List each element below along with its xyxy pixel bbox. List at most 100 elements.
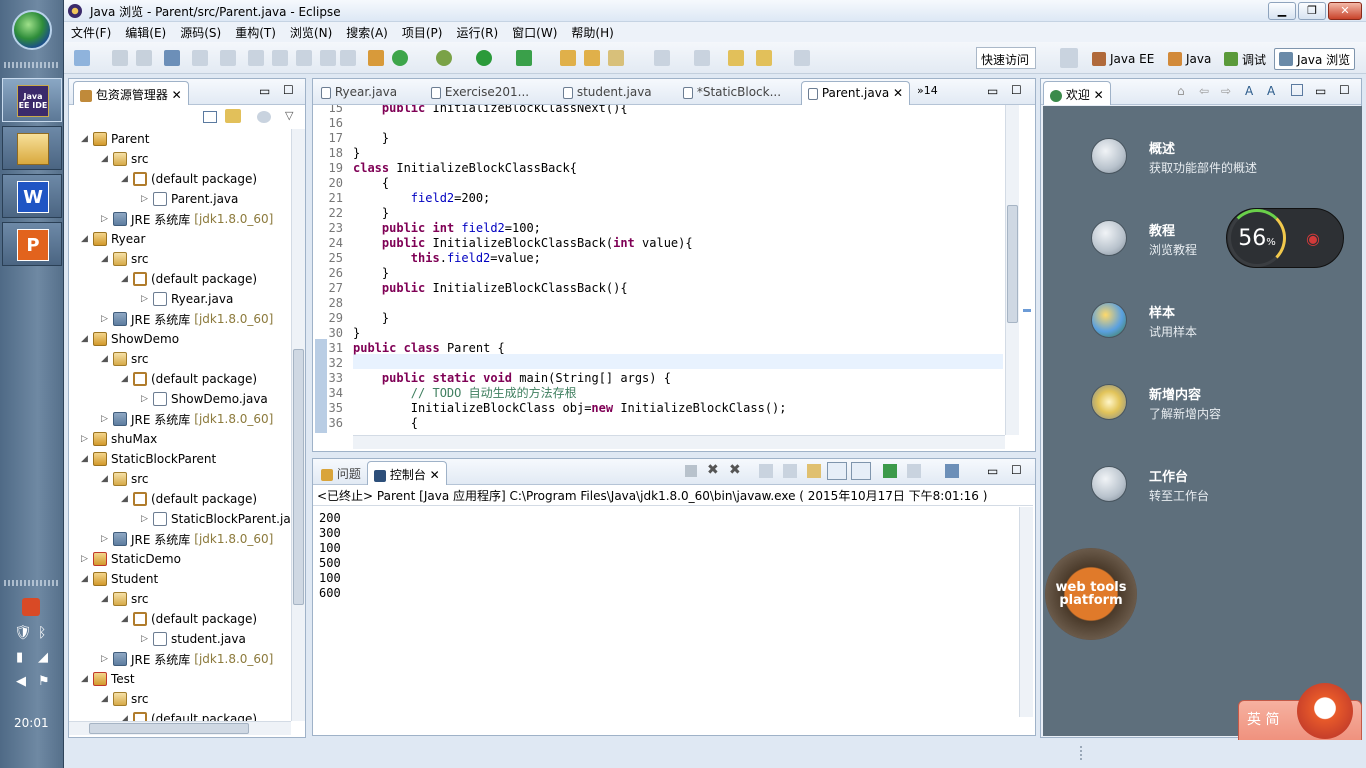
close-icon[interactable]: ✕: [430, 468, 440, 482]
tree-item[interactable]: ◢ (default package): [121, 709, 257, 721]
console-vertical-scrollbar[interactable]: [1019, 507, 1033, 717]
tree-item[interactable]: ▷ student.java: [141, 629, 246, 649]
save-icon[interactable]: [112, 50, 128, 66]
new-package-icon[interactable]: [368, 50, 384, 66]
expand-toggle-icon[interactable]: ◢: [121, 274, 129, 284]
shield-icon[interactable]: 🛡: [14, 625, 32, 641]
maximize-button[interactable]: ❐: [1298, 2, 1326, 20]
expand-toggle-icon[interactable]: ◢: [81, 674, 89, 684]
tree-item[interactable]: ▷ shuMax: [81, 429, 157, 449]
expand-toggle-icon[interactable]: ▷: [81, 434, 89, 444]
back-icon[interactable]: ⇦: [1199, 84, 1209, 98]
flag-icon[interactable]: ⚑: [38, 674, 50, 689]
display-console-icon[interactable]: [907, 464, 921, 478]
tree-item[interactable]: ◢ (default package): [121, 269, 257, 289]
tab-problems[interactable]: 问题: [315, 461, 367, 485]
expand-toggle-icon[interactable]: ◢: [81, 454, 89, 464]
search-icon[interactable]: [608, 50, 624, 66]
tree-item[interactable]: ◢ src: [101, 249, 149, 269]
expand-toggle-icon[interactable]: ▷: [101, 654, 109, 664]
editor-tab[interactable]: Exercise201...: [425, 81, 535, 105]
tree-item[interactable]: ◢ ShowDemo: [81, 329, 179, 349]
expand-toggle-icon[interactable]: ◢: [121, 714, 129, 721]
terminate-icon[interactable]: [685, 465, 697, 477]
code-line[interactable]: field2=200;: [353, 191, 490, 206]
expand-toggle-icon[interactable]: ▷: [141, 634, 149, 644]
minimize-view-icon[interactable]: ▭: [1315, 84, 1326, 98]
tree-item[interactable]: ◢ Student: [81, 569, 158, 589]
editor-tab-active[interactable]: Parent.java ✕: [801, 81, 911, 105]
view-menu-icon[interactable]: ▽: [285, 109, 293, 122]
close-icon[interactable]: ✕: [1094, 88, 1104, 102]
code-area[interactable]: 15 public InitializeBlockClassNext(){16 1…: [313, 105, 1005, 435]
code-line[interactable]: this.field2=value;: [353, 251, 541, 266]
external-tools-icon[interactable]: [516, 50, 532, 66]
show-on-stdout-icon[interactable]: [827, 462, 847, 480]
maximize-view-icon[interactable]: ☐: [283, 83, 294, 97]
expand-toggle-icon[interactable]: ▷: [141, 294, 149, 304]
taskbar-app-wps-writer[interactable]: W: [2, 174, 62, 218]
open-perspective-icon[interactable]: [1060, 48, 1078, 68]
expand-toggle-icon[interactable]: ◢: [121, 174, 129, 184]
overview-ruler-mark[interactable]: [1023, 309, 1031, 312]
code-line[interactable]: public static void main(String[] args) {: [353, 371, 671, 386]
expand-toggle-icon[interactable]: ◢: [81, 334, 89, 344]
forward-icon[interactable]: ⇨: [1221, 84, 1231, 98]
tree-item[interactable]: ◢ src: [101, 589, 149, 609]
code-line[interactable]: }: [353, 131, 389, 146]
code-line[interactable]: class InitializeBlockClassBack{: [353, 161, 577, 176]
expand-toggle-icon[interactable]: ◢: [81, 574, 89, 584]
maximize-view-icon[interactable]: ☐: [1339, 83, 1350, 97]
expand-toggle-icon[interactable]: ◢: [101, 594, 109, 604]
bluetooth-icon[interactable]: ᛒ: [38, 625, 46, 641]
remove-all-icon[interactable]: ✖: [729, 462, 741, 478]
collapse-all-icon[interactable]: [203, 111, 217, 123]
code-line[interactable]: }: [353, 146, 360, 161]
editor-horizontal-scrollbar[interactable]: [353, 435, 1005, 449]
minimize-view-icon[interactable]: ▭: [987, 464, 998, 478]
minimize-view-icon[interactable]: ▭: [987, 84, 998, 98]
tree-item[interactable]: ▷ Ryear.java: [141, 289, 233, 309]
close-icon[interactable]: ✕: [172, 88, 182, 102]
zoom-out-icon[interactable]: A: [1267, 84, 1275, 98]
expand-toggle-icon[interactable]: ◢: [101, 474, 109, 484]
maximize-view-icon[interactable]: ☐: [1011, 83, 1022, 97]
zoom-in-icon[interactable]: A: [1245, 84, 1253, 98]
expand-toggle-icon[interactable]: ▷: [141, 394, 149, 404]
sogou-ime-icon[interactable]: [22, 598, 40, 616]
code-line[interactable]: }: [353, 266, 389, 281]
tree-item[interactable]: ◢ Ryear: [81, 229, 145, 249]
welcome-tutorials[interactable]: 教程 浏览教程: [1091, 220, 1197, 258]
menu-window[interactable]: 窗口(W): [505, 22, 564, 41]
scroll-lock-icon[interactable]: [783, 464, 797, 478]
tab-overflow-button[interactable]: »14: [917, 84, 938, 97]
focus-icon[interactable]: [257, 111, 271, 123]
new-icon[interactable]: [74, 50, 90, 66]
menu-file[interactable]: 文件(F): [64, 22, 118, 41]
expand-toggle-icon[interactable]: ▷: [101, 534, 109, 544]
taskbar-app-eclipse[interactable]: Java EE IDE: [2, 78, 62, 122]
tree-item[interactable]: ▷ Parent.java: [141, 189, 238, 209]
debug-tools-icon[interactable]: [248, 50, 264, 66]
pin-console-icon[interactable]: [883, 464, 897, 478]
menu-run[interactable]: 运行(R): [449, 22, 505, 41]
tree-item[interactable]: ◢ (default package): [121, 609, 257, 629]
network-signal-icon[interactable]: ◢: [38, 650, 48, 665]
tree-vertical-scrollbar[interactable]: [291, 129, 305, 721]
code-line[interactable]: {: [353, 176, 389, 191]
word-wrap-icon[interactable]: [807, 464, 821, 478]
quick-access-input[interactable]: 快速访问: [976, 47, 1036, 69]
expand-toggle-icon[interactable]: ◢: [101, 354, 109, 364]
taskbar-app-explorer[interactable]: [2, 126, 62, 170]
code-line[interactable]: }: [353, 311, 389, 326]
code-line[interactable]: public class Parent {: [353, 341, 505, 356]
perspective-java-browsing[interactable]: Java 浏览: [1274, 48, 1356, 70]
welcome-whats-new[interactable]: 新增内容 了解新增内容: [1091, 384, 1221, 422]
menu-source[interactable]: 源码(S): [173, 22, 228, 41]
tab-package-explorer[interactable]: 包资源管理器 ✕: [73, 81, 189, 105]
welcome-samples[interactable]: 样本 试用样本: [1091, 302, 1197, 340]
step-over-icon[interactable]: [296, 50, 312, 66]
annotation-icon[interactable]: [654, 50, 670, 66]
menu-edit[interactable]: 编辑(E): [118, 22, 173, 41]
tree-item[interactable]: ▷ StaticDemo: [81, 549, 181, 569]
